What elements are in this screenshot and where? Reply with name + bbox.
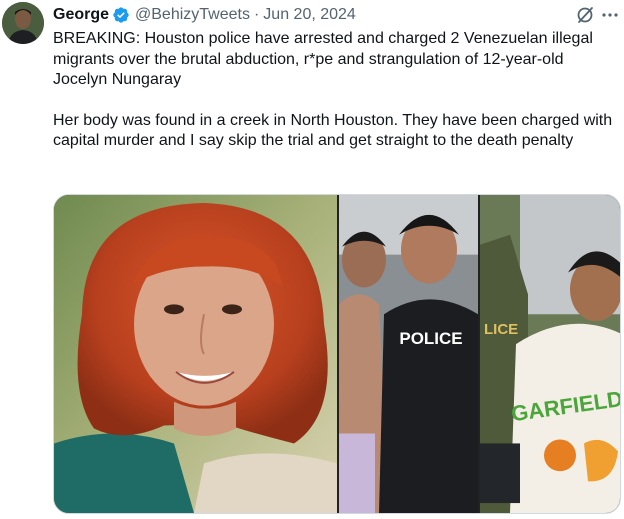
- media-grid[interactable]: POLICE LICE GARFIELD: [53, 194, 621, 514]
- police-vest-label-2: LICE: [484, 321, 518, 338]
- verified-badge-icon: [112, 6, 130, 24]
- user-handle[interactable]: @BehizyTweets: [135, 6, 250, 24]
- police-vest-label: POLICE: [399, 329, 462, 348]
- more-icon[interactable]: [600, 5, 620, 25]
- photo-arrest-1[interactable]: POLICE: [339, 195, 478, 513]
- tweet-date[interactable]: Jun 20, 2024: [263, 6, 356, 24]
- grok-icon[interactable]: [575, 5, 595, 25]
- photo-girl[interactable]: [54, 195, 337, 513]
- tweet-header: George @BehizyTweets · Jun 20, 2024: [53, 4, 356, 26]
- avatar[interactable]: [2, 2, 44, 44]
- header-separator: ·: [253, 6, 260, 23]
- display-name[interactable]: George: [53, 6, 109, 24]
- tweet-text: BREAKING: Houston police have arrested a…: [53, 29, 613, 152]
- photo-arrest-2[interactable]: LICE GARFIELD: [480, 195, 620, 513]
- tweet-paragraph: BREAKING: Houston police have arrested a…: [53, 30, 593, 88]
- tweet-paragraph: Her body was found in a creek in North H…: [53, 111, 613, 150]
